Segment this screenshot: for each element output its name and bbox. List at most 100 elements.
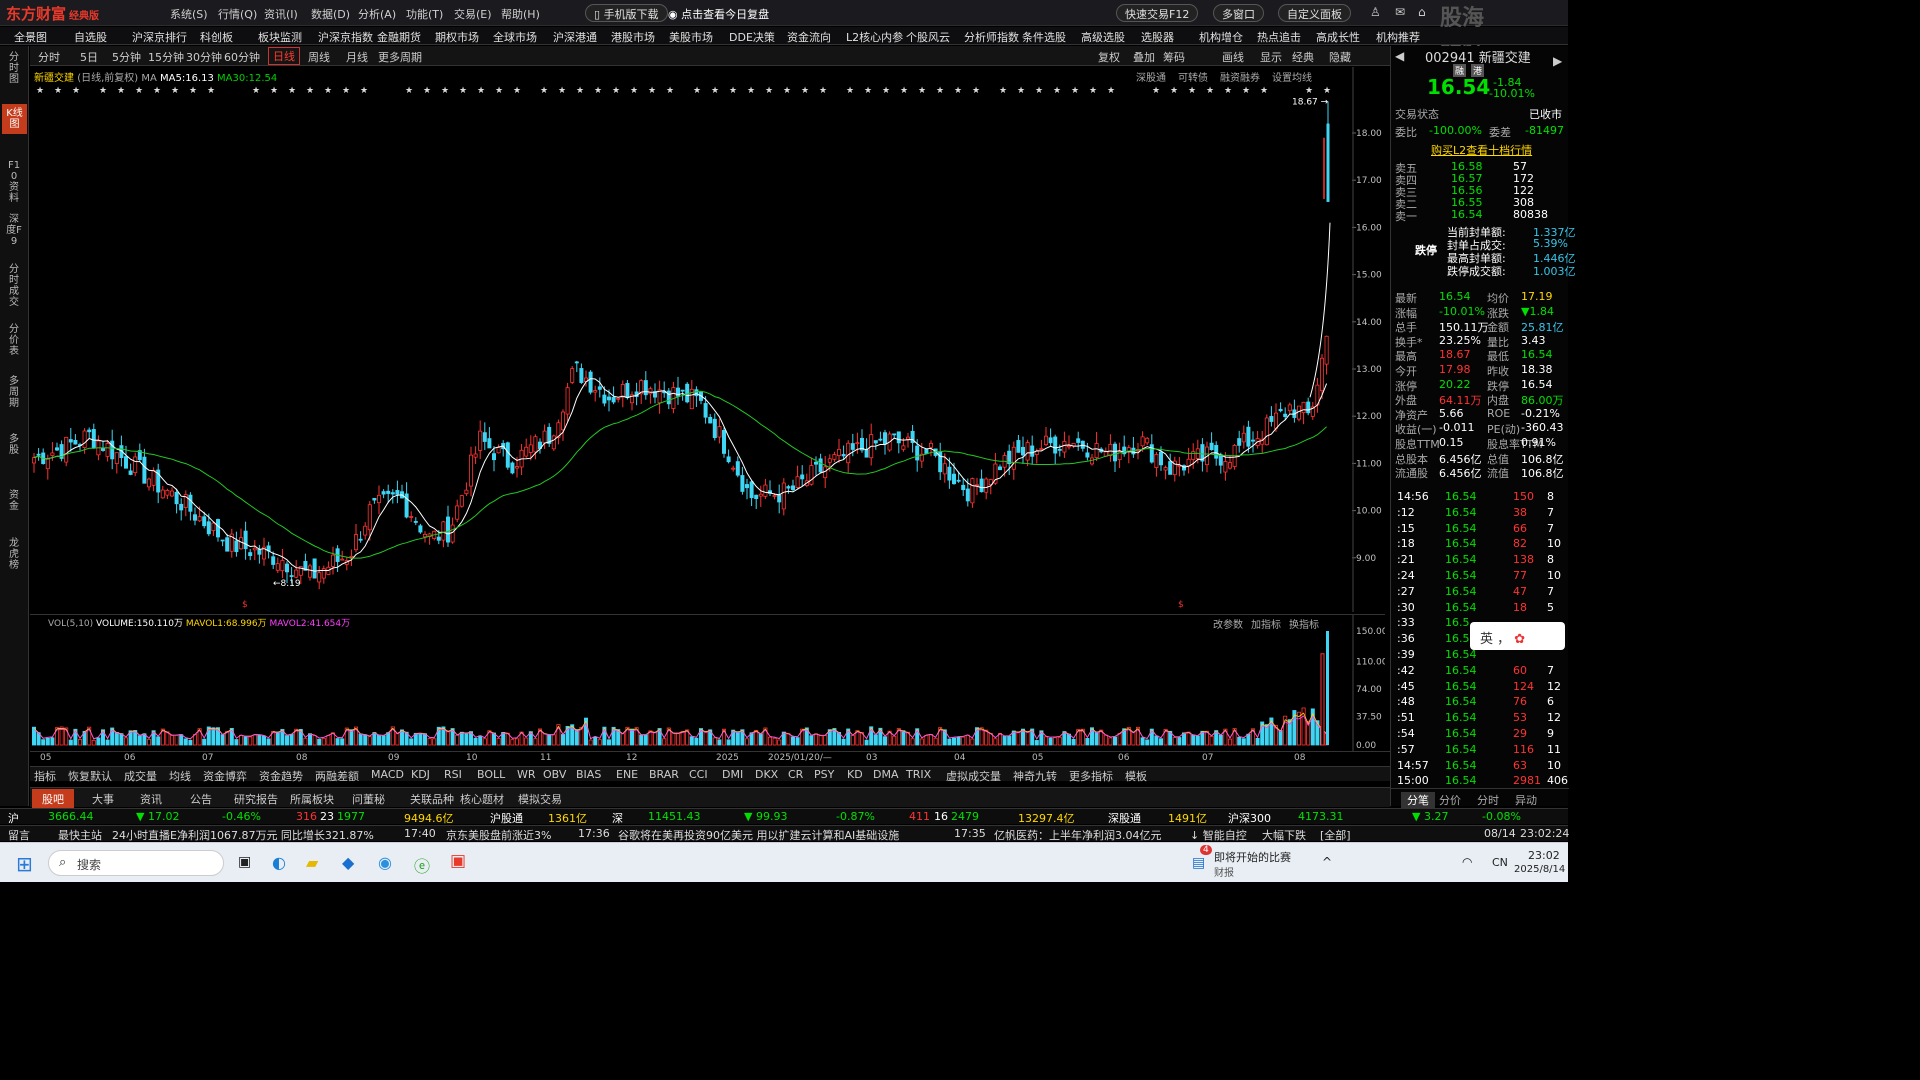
wifi-icon[interactable]: ◠ bbox=[1462, 855, 1472, 869]
indicator-tab[interactable]: CCI bbox=[689, 768, 708, 781]
nav-item[interactable]: L2核心内参 bbox=[846, 29, 903, 45]
browser-icon[interactable]: ◉ bbox=[378, 853, 392, 872]
left-tab[interactable]: F10资料 bbox=[6, 160, 22, 204]
ie-icon[interactable]: ⓔ bbox=[414, 853, 430, 877]
period-tab[interactable]: 60分钟 bbox=[224, 49, 260, 65]
nav-item[interactable]: 机构推荐 bbox=[1376, 29, 1420, 45]
nav-item[interactable]: 高级选股 bbox=[1081, 29, 1125, 45]
bottom-tab[interactable]: 公告 bbox=[190, 791, 212, 807]
indicator-tab[interactable]: RSI bbox=[444, 768, 462, 781]
nav-item[interactable]: 机构增仓 bbox=[1199, 29, 1243, 45]
mail-icon[interactable]: ✉ bbox=[1395, 5, 1405, 19]
nav-item[interactable]: 沪深京排行 bbox=[132, 29, 187, 45]
indicator-tab[interactable]: DMA bbox=[873, 768, 899, 781]
bottom-tab[interactable]: 问董秘 bbox=[352, 791, 385, 807]
left-tab[interactable]: K线图 bbox=[2, 104, 27, 134]
indicator-tab[interactable]: 两融差额 bbox=[315, 768, 359, 784]
user-icon[interactable]: ♙ bbox=[1370, 5, 1381, 19]
indicator-tab[interactable]: 模板 bbox=[1125, 768, 1147, 784]
quote-tab[interactable]: 分笔 bbox=[1401, 792, 1435, 808]
menu-item[interactable]: 交易(E) bbox=[454, 6, 492, 22]
folder-icon[interactable]: ▰ bbox=[306, 853, 318, 872]
l2-link[interactable]: 购买L2查看十档行情 bbox=[1431, 142, 1532, 158]
indicator-tab[interactable]: BRAR bbox=[649, 768, 679, 781]
nav-item[interactable]: 资金流向 bbox=[787, 29, 831, 45]
left-tab[interactable]: 分价表 bbox=[6, 324, 22, 357]
news-widget-icon[interactable]: ▤ bbox=[1192, 855, 1205, 871]
taskbar-search[interactable]: ⌕ 搜索 bbox=[48, 850, 224, 876]
indicator-tab[interactable]: 均线 bbox=[169, 768, 191, 784]
news-ticker[interactable]: 留言 最快主站 24小时直播 E净利润1067.87万元 同比增长321.87%… bbox=[0, 825, 1569, 842]
custom-board-button[interactable]: 自定义面板 bbox=[1278, 4, 1351, 22]
bottom-tab[interactable]: 关联品种 bbox=[410, 791, 454, 807]
volume-panel[interactable]: 150.00 110.00 74.00 37.50 0.00 bbox=[30, 614, 1388, 751]
left-tab[interactable]: 分时图 bbox=[6, 52, 22, 85]
edge-icon[interactable]: ◐ bbox=[272, 853, 286, 872]
nav-item[interactable]: 自选股 bbox=[74, 29, 107, 45]
left-tab[interactable]: 分时成交 bbox=[6, 264, 22, 308]
period-tab[interactable]: 15分钟 bbox=[148, 49, 184, 65]
nav-item[interactable]: 高成长性 bbox=[1316, 29, 1360, 45]
chart-tool[interactable]: 显示 bbox=[1260, 49, 1282, 65]
quote-tab[interactable]: 分时 bbox=[1477, 792, 1499, 808]
nav-item[interactable]: 全景图 bbox=[14, 29, 47, 45]
period-tab[interactable]: 30分钟 bbox=[186, 49, 222, 65]
nav-item[interactable]: 板块监测 bbox=[258, 29, 302, 45]
period-tab[interactable]: 月线 bbox=[346, 49, 368, 65]
indicator-tab[interactable]: WR bbox=[517, 768, 536, 781]
nav-item[interactable]: 沪深京指数 bbox=[318, 29, 373, 45]
menu-item[interactable]: 行情(Q) bbox=[218, 6, 257, 22]
left-tab[interactable]: 多周期 bbox=[6, 376, 22, 409]
indicator-tab[interactable]: BIAS bbox=[576, 768, 601, 781]
bottom-tab[interactable]: 所属板块 bbox=[290, 791, 334, 807]
nav-item[interactable]: 全球市场 bbox=[493, 29, 537, 45]
indicator-tab[interactable]: PSY bbox=[814, 768, 834, 781]
volume-links[interactable]: 改参数 加指标 换指标 bbox=[1213, 616, 1327, 631]
chart-link[interactable]: 设置均线 bbox=[1272, 73, 1312, 84]
chart-link[interactable]: 融资融券 bbox=[1220, 73, 1260, 84]
period-tab[interactable]: 5日 bbox=[80, 49, 98, 65]
bottom-tab[interactable]: 研究报告 bbox=[234, 791, 278, 807]
quote-tab[interactable]: 异动 bbox=[1515, 792, 1537, 808]
mobile-download-button[interactable]: ▯ 手机版下载 bbox=[585, 4, 668, 22]
left-tab[interactable]: 龙虎榜 bbox=[6, 538, 22, 571]
chart-tool[interactable]: 复权 bbox=[1098, 49, 1120, 65]
nav-item[interactable]: 美股市场 bbox=[669, 29, 713, 45]
task-view-icon[interactable]: ▣ bbox=[238, 854, 251, 870]
left-tab[interactable]: 资金 bbox=[6, 490, 22, 512]
menu-item[interactable]: 资讯(I) bbox=[264, 6, 298, 22]
indicator-tab[interactable]: 恢复默认 bbox=[68, 768, 112, 784]
period-tab[interactable]: 5分钟 bbox=[112, 49, 141, 65]
indicator-tab[interactable]: 虚拟成交量 bbox=[946, 768, 1001, 784]
indicator-tab[interactable]: CR bbox=[788, 768, 803, 781]
volume-link[interactable]: 换指标 bbox=[1289, 620, 1319, 631]
chevron-up-icon[interactable]: ^ bbox=[1322, 855, 1332, 869]
nav-item[interactable]: DDE决策 bbox=[729, 29, 775, 45]
kline-chart[interactable]: 18.00 17.00 16.00 15.00 14.00 13.00 12.00 11.00… bbox=[30, 67, 1385, 612]
volume-link[interactable]: 加指标 bbox=[1251, 620, 1281, 631]
indicator-tab[interactable]: 指标 bbox=[34, 768, 56, 784]
nav-item[interactable]: 金融期货 bbox=[377, 29, 421, 45]
bottom-tab[interactable]: 核心题材 bbox=[460, 791, 504, 807]
indicator-tab[interactable]: 更多指标 bbox=[1069, 768, 1113, 784]
indicator-tab[interactable]: DKX bbox=[755, 768, 778, 781]
nav-item[interactable]: 沪深港通 bbox=[553, 29, 597, 45]
nav-item[interactable]: 个股风云 bbox=[906, 29, 950, 45]
nav-item[interactable]: 热点追击 bbox=[1257, 29, 1301, 45]
period-tab[interactable]: 分时 bbox=[38, 49, 60, 65]
chart-link[interactable]: 可转债 bbox=[1178, 73, 1208, 84]
indicator-tab[interactable]: KDJ bbox=[411, 768, 430, 781]
chart-tool[interactable]: 隐藏 bbox=[1329, 49, 1351, 65]
menu-item[interactable]: 分析(A) bbox=[358, 6, 396, 22]
bottom-tab[interactable]: 大事 bbox=[92, 791, 114, 807]
indicator-tab[interactable]: BOLL bbox=[477, 768, 505, 781]
period-tab[interactable]: 周线 bbox=[308, 49, 330, 65]
prev-stock-icon[interactable]: ◀ bbox=[1395, 49, 1404, 63]
nav-item[interactable]: 期权市场 bbox=[435, 29, 479, 45]
multi-window-button[interactable]: 多窗口 bbox=[1213, 4, 1264, 22]
nav-item[interactable]: 条件选股 bbox=[1022, 29, 1066, 45]
chart-links[interactable]: 深股通 可转债 融资融券 设置均线 bbox=[1136, 69, 1324, 84]
eastmoney-taskbar-icon[interactable]: ▣ bbox=[450, 851, 466, 871]
left-tab[interactable]: 多股 bbox=[6, 434, 22, 456]
indicator-tab[interactable]: DMI bbox=[722, 768, 743, 781]
